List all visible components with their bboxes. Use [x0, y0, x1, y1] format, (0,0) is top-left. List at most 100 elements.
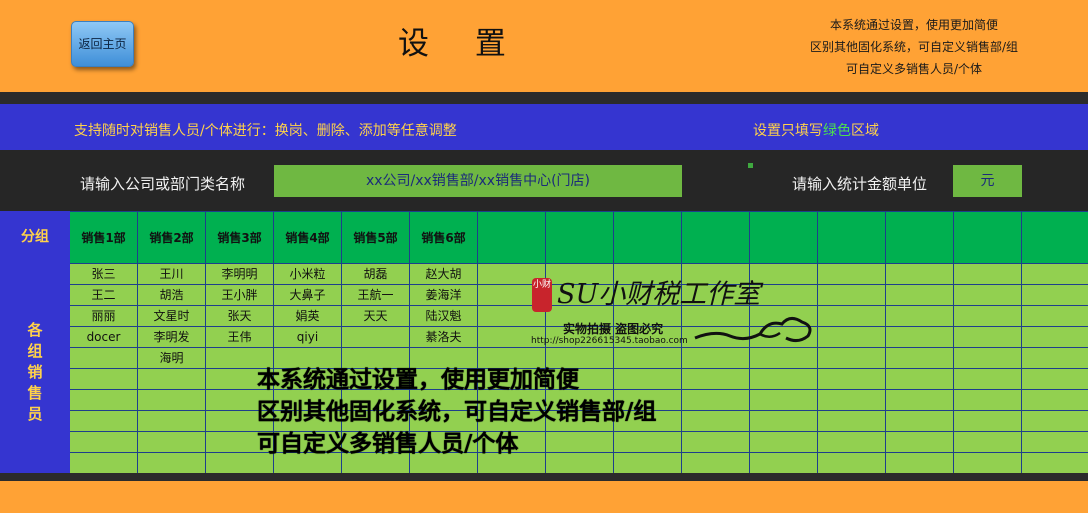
column-header[interactable]: 销售4部 [274, 212, 342, 264]
column-header[interactable]: 销售3部 [206, 212, 274, 264]
staff-cell[interactable] [886, 285, 954, 306]
staff-cell[interactable]: 小米粒 [274, 264, 342, 285]
staff-cell[interactable] [818, 306, 886, 327]
staff-cell[interactable] [1022, 369, 1088, 390]
staff-cell[interactable] [138, 369, 206, 390]
staff-cell[interactable] [1022, 348, 1088, 369]
staff-cell[interactable] [682, 348, 750, 369]
staff-cell[interactable] [750, 369, 818, 390]
staff-cell[interactable]: 胡磊 [342, 264, 410, 285]
staff-cell[interactable] [818, 432, 886, 453]
staff-cell[interactable] [954, 348, 1022, 369]
staff-cell[interactable] [682, 369, 750, 390]
staff-cell[interactable] [1022, 411, 1088, 432]
staff-cell[interactable] [1022, 390, 1088, 411]
staff-cell[interactable] [70, 390, 138, 411]
staff-cell[interactable] [342, 327, 410, 348]
staff-cell[interactable]: 綦洛夫 [410, 327, 478, 348]
staff-cell[interactable] [750, 348, 818, 369]
staff-cell[interactable]: 王伟 [206, 327, 274, 348]
staff-cell[interactable]: 王小胖 [206, 285, 274, 306]
staff-cell[interactable] [886, 453, 954, 474]
column-header[interactable] [818, 212, 886, 264]
staff-cell[interactable]: 大鼻子 [274, 285, 342, 306]
staff-cell[interactable] [886, 306, 954, 327]
staff-cell[interactable] [954, 264, 1022, 285]
staff-cell[interactable] [1022, 264, 1088, 285]
staff-cell[interactable]: 王二 [70, 285, 138, 306]
staff-cell[interactable]: 王川 [138, 264, 206, 285]
staff-cell[interactable] [886, 390, 954, 411]
staff-cell[interactable]: 娟英 [274, 306, 342, 327]
column-header[interactable]: 销售1部 [70, 212, 138, 264]
staff-cell[interactable]: 天天 [342, 306, 410, 327]
staff-cell[interactable] [1022, 306, 1088, 327]
staff-cell[interactable] [1022, 432, 1088, 453]
amount-unit-input[interactable]: 元 [953, 165, 1022, 197]
staff-cell[interactable] [954, 432, 1022, 453]
staff-cell[interactable] [886, 369, 954, 390]
column-header[interactable] [1022, 212, 1088, 264]
staff-cell[interactable] [70, 432, 138, 453]
staff-cell[interactable] [138, 453, 206, 474]
column-header[interactable] [546, 212, 614, 264]
column-header[interactable]: 销售2部 [138, 212, 206, 264]
staff-cell[interactable] [886, 348, 954, 369]
staff-cell[interactable] [886, 432, 954, 453]
staff-cell[interactable] [682, 432, 750, 453]
staff-cell[interactable] [818, 285, 886, 306]
staff-cell[interactable] [954, 369, 1022, 390]
staff-cell[interactable] [954, 390, 1022, 411]
staff-cell[interactable] [750, 453, 818, 474]
staff-cell[interactable]: 李明明 [206, 264, 274, 285]
staff-cell[interactable] [682, 453, 750, 474]
staff-cell[interactable]: 陆汉魁 [410, 306, 478, 327]
staff-cell[interactable] [954, 411, 1022, 432]
staff-cell[interactable] [70, 348, 138, 369]
staff-cell[interactable] [954, 327, 1022, 348]
staff-cell[interactable] [886, 264, 954, 285]
staff-cell[interactable] [954, 285, 1022, 306]
staff-cell[interactable] [954, 453, 1022, 474]
staff-cell[interactable] [954, 306, 1022, 327]
staff-cell[interactable] [1022, 285, 1088, 306]
column-header[interactable] [750, 212, 818, 264]
staff-cell[interactable] [1022, 453, 1088, 474]
staff-cell[interactable] [70, 369, 138, 390]
staff-cell[interactable] [750, 432, 818, 453]
staff-cell[interactable] [886, 411, 954, 432]
column-header[interactable] [682, 212, 750, 264]
column-header[interactable]: 销售5部 [342, 212, 410, 264]
column-header[interactable] [614, 212, 682, 264]
column-header[interactable] [886, 212, 954, 264]
staff-cell[interactable]: 张天 [206, 306, 274, 327]
staff-cell[interactable] [1022, 327, 1088, 348]
staff-cell[interactable]: 李明发 [138, 327, 206, 348]
staff-cell[interactable] [138, 411, 206, 432]
staff-cell[interactable] [818, 264, 886, 285]
staff-cell[interactable] [818, 453, 886, 474]
company-name-input[interactable]: xx公司/xx销售部/xx销售中心(门店) [274, 165, 682, 197]
staff-cell[interactable] [138, 390, 206, 411]
staff-cell[interactable] [818, 327, 886, 348]
staff-cell[interactable] [70, 453, 138, 474]
staff-cell[interactable]: docer [70, 327, 138, 348]
staff-cell[interactable]: qiyi [274, 327, 342, 348]
column-header[interactable]: 销售6部 [410, 212, 478, 264]
column-header[interactable] [954, 212, 1022, 264]
staff-cell[interactable] [682, 390, 750, 411]
staff-cell[interactable] [682, 411, 750, 432]
staff-cell[interactable]: 赵大胡 [410, 264, 478, 285]
staff-cell[interactable] [886, 327, 954, 348]
staff-cell[interactable] [750, 390, 818, 411]
home-button[interactable]: 返回主页 [71, 21, 134, 67]
staff-cell[interactable] [818, 390, 886, 411]
staff-cell[interactable]: 王航一 [342, 285, 410, 306]
staff-cell[interactable]: 海明 [138, 348, 206, 369]
staff-cell[interactable] [818, 369, 886, 390]
staff-cell[interactable] [818, 348, 886, 369]
staff-cell[interactable]: 张三 [70, 264, 138, 285]
column-header[interactable] [478, 212, 546, 264]
staff-cell[interactable] [750, 411, 818, 432]
staff-cell[interactable] [138, 432, 206, 453]
